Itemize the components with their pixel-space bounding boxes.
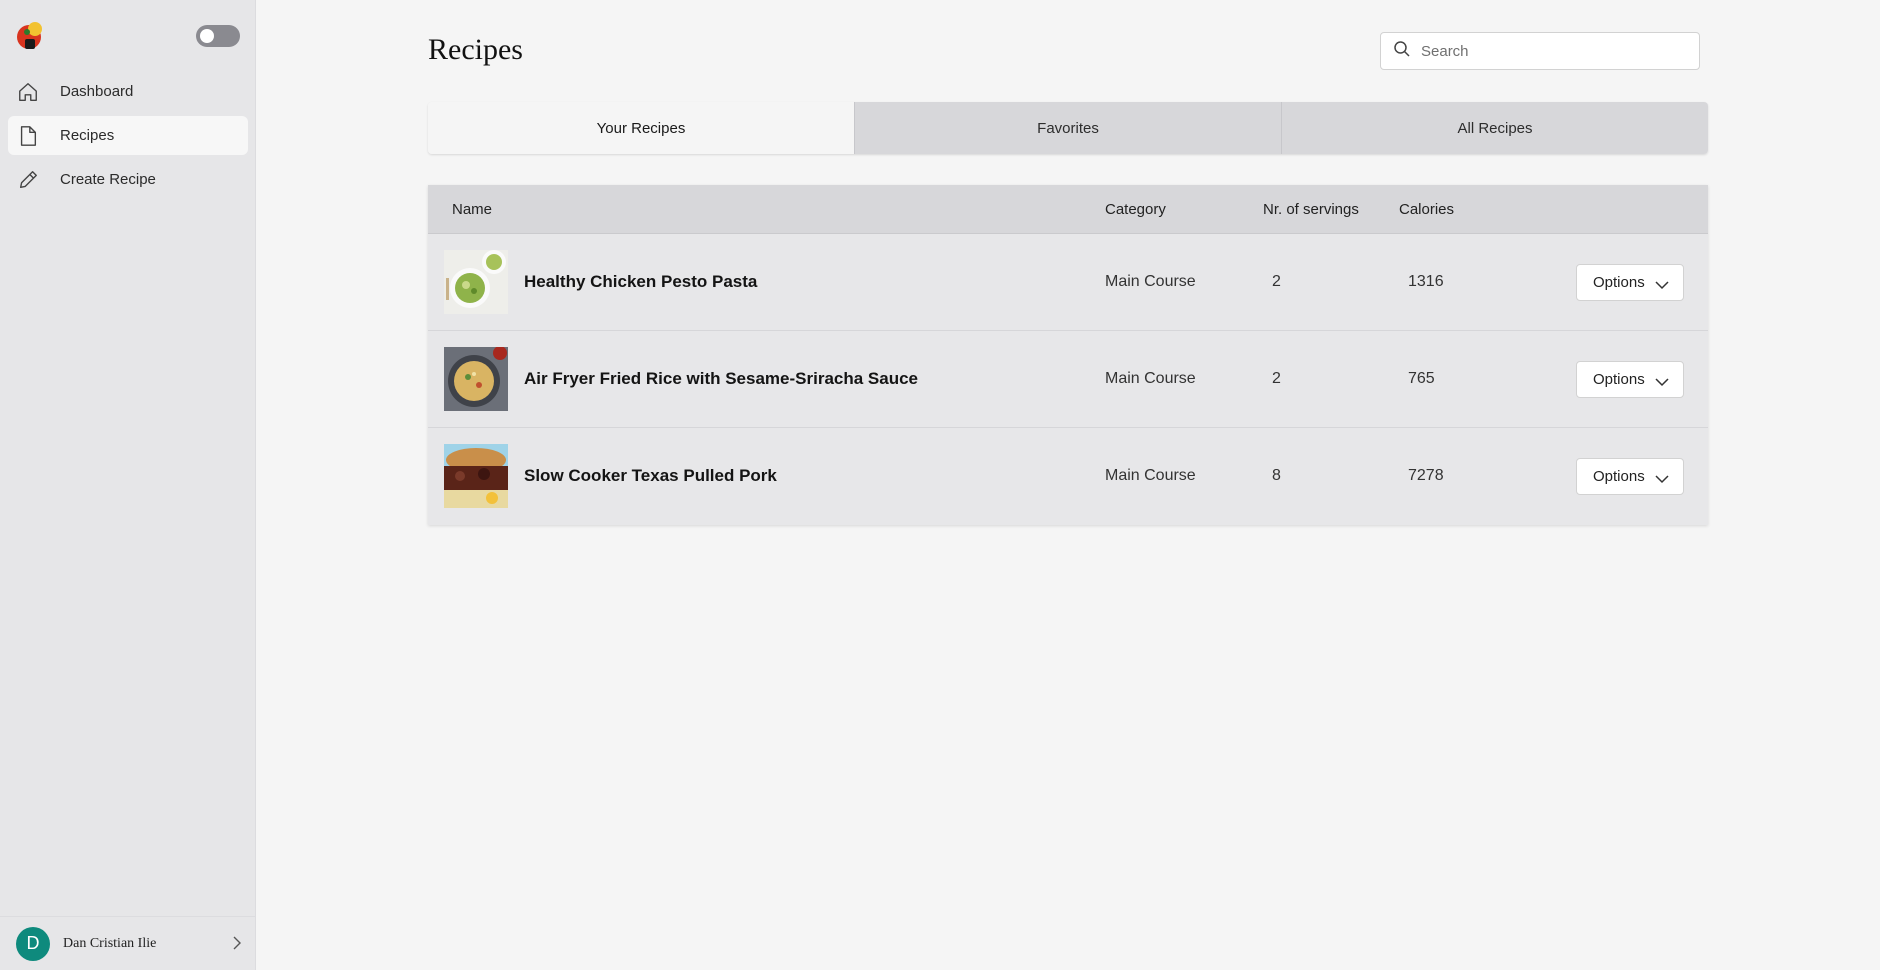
recipe-name[interactable]: Healthy Chicken Pesto Pasta — [524, 272, 757, 292]
sidebar-item-label: Dashboard — [60, 83, 134, 100]
table-row[interactable]: Slow Cooker Texas Pulled Pork Main Cours… — [428, 428, 1708, 525]
page-title: Recipes — [428, 33, 523, 66]
sidebar-item-dashboard[interactable]: Dashboard — [8, 72, 248, 111]
table-row[interactable]: Healthy Chicken Pesto Pasta Main Course … — [428, 234, 1708, 331]
sidebar-item-label: Create Recipe — [60, 171, 156, 188]
options-label: Options — [1593, 371, 1645, 388]
user-profile-button[interactable]: D Dan Cristian Ilie — [0, 916, 256, 970]
search-icon — [1393, 40, 1411, 63]
recipe-tabs: Your Recipes Favorites All Recipes — [428, 102, 1708, 154]
app: Dashboard Recipes Create Recipe D Dan Cr… — [0, 0, 1880, 970]
tab-favorites[interactable]: Favorites — [854, 102, 1281, 154]
recipe-name[interactable]: Slow Cooker Texas Pulled Pork — [524, 466, 777, 486]
sidebar-item-create-recipe[interactable]: Create Recipe — [8, 160, 248, 199]
document-icon — [16, 124, 40, 148]
column-header-servings[interactable]: Nr. of servings — [1263, 201, 1359, 218]
recipe-calories: 765 — [1408, 370, 1435, 387]
pencil-icon — [16, 168, 40, 192]
home-icon — [16, 80, 40, 104]
chef-hat-logo-icon[interactable] — [16, 20, 46, 52]
column-header-name[interactable]: Name — [452, 201, 492, 218]
sidebar-item-recipes[interactable]: Recipes — [8, 116, 248, 155]
sidebar-item-label: Recipes — [60, 127, 115, 144]
options-dropdown-button[interactable]: Options — [1576, 361, 1684, 398]
recipe-name[interactable]: Air Fryer Fried Rice with Sesame-Srirach… — [524, 369, 918, 389]
recipe-calories: 1316 — [1408, 273, 1444, 290]
options-dropdown-button[interactable]: Options — [1576, 458, 1684, 495]
chevron-down-icon — [1655, 277, 1669, 290]
chevron-down-icon — [1655, 471, 1669, 484]
table-header: Name Category Nr. of servings Calories — [428, 185, 1708, 234]
recipe-servings: 2 — [1272, 273, 1281, 290]
tab-all-recipes[interactable]: All Recipes — [1281, 102, 1708, 154]
recipe-calories: 7278 — [1408, 467, 1444, 484]
sidebar: Dashboard Recipes Create Recipe D Dan Cr… — [0, 0, 256, 970]
recipe-thumbnail — [444, 250, 508, 314]
recipe-thumbnail — [444, 347, 508, 411]
recipe-category: Main Course — [1105, 273, 1196, 290]
options-label: Options — [1593, 274, 1645, 291]
search-box[interactable] — [1380, 32, 1700, 70]
tab-your-recipes[interactable]: Your Recipes — [428, 102, 854, 154]
recipe-category: Main Course — [1105, 370, 1196, 387]
user-name: Dan Cristian Ilie — [63, 935, 157, 951]
recipe-category: Main Course — [1105, 467, 1196, 484]
table-row[interactable]: Air Fryer Fried Rice with Sesame-Srirach… — [428, 331, 1708, 428]
options-dropdown-button[interactable]: Options — [1576, 264, 1684, 301]
toggle-knob — [200, 29, 214, 43]
column-header-calories[interactable]: Calories — [1399, 201, 1454, 218]
chevron-right-icon — [232, 936, 242, 950]
recipes-table: Name Category Nr. of servings Calories H — [428, 185, 1708, 525]
recipe-servings: 2 — [1272, 370, 1281, 387]
theme-toggle[interactable] — [196, 25, 240, 47]
column-header-category[interactable]: Category — [1105, 201, 1166, 218]
options-label: Options — [1593, 468, 1645, 485]
chevron-down-icon — [1655, 374, 1669, 387]
search-input[interactable] — [1421, 42, 1681, 60]
recipe-thumbnail — [444, 444, 508, 508]
recipe-servings: 8 — [1272, 467, 1281, 484]
avatar: D — [16, 926, 50, 961]
